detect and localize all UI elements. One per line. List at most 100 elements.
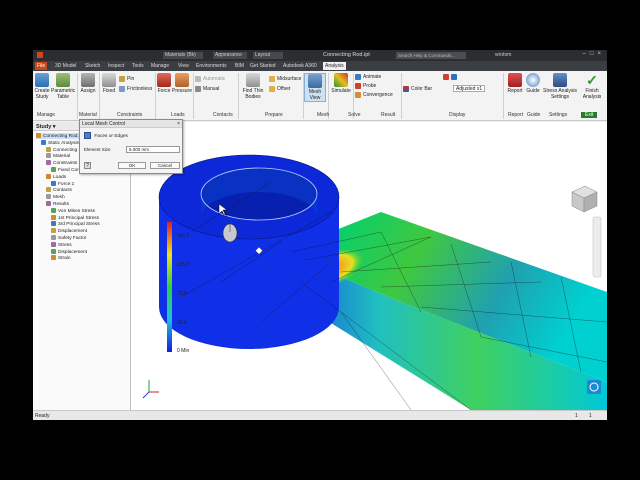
browser-tree-item[interactable]: Connecting Rod.ipt	[36, 133, 84, 139]
browser-tree-item[interactable]: Stress	[51, 241, 72, 248]
animate-button[interactable]: Animate	[355, 73, 381, 81]
pressure-button[interactable]: Pressure	[172, 73, 192, 94]
probe-button[interactable]: Probe	[355, 82, 376, 90]
tab-environments[interactable]: Environments	[194, 62, 229, 70]
browser-tree-item[interactable]: Loads	[46, 173, 67, 180]
pin-button[interactable]: Pin	[119, 75, 134, 83]
tab-view[interactable]: View	[176, 62, 191, 70]
appearance-dropdown[interactable]: Appearance	[213, 52, 247, 59]
material-dropdown[interactable]: Materials (Bk)	[163, 52, 203, 59]
faces-or-edges-selector[interactable]: Faces or Edges	[84, 132, 128, 139]
browser-tree-item[interactable]: Displacement	[51, 248, 87, 254]
tree-node-icon	[41, 139, 46, 145]
svg-text:+: +	[225, 213, 229, 219]
window-title: Connecting Rod.ipt	[323, 52, 370, 58]
finish-analysis-button[interactable]: ✓ Finish Analysis	[580, 73, 604, 100]
tab-autodesk-a360[interactable]: Autodesk A360	[281, 62, 319, 70]
search-help-input[interactable]: Search Help & Commands...	[396, 52, 466, 59]
group-display: Display	[449, 112, 466, 118]
tree-node-icon	[51, 241, 56, 247]
tree-item-label: Loads	[53, 174, 67, 180]
tree-item-label: Safety Factor	[58, 235, 87, 241]
browser-tree-item[interactable]: Strain	[51, 255, 71, 261]
tab-sketch[interactable]: Sketch	[83, 62, 102, 70]
browser-tree-item[interactable]: Static Analysis:1	[41, 139, 83, 146]
tab-get-started[interactable]: Get Started	[248, 62, 278, 70]
browser-tree-item[interactable]: Contacts	[46, 187, 72, 193]
orbit-mouse-icon	[222, 223, 238, 243]
force-icon	[157, 73, 171, 87]
automatic-contacts-button[interactable]: Automatic	[195, 75, 225, 83]
ok-button[interactable]: OK	[118, 162, 146, 169]
convergence-button[interactable]: Convergence	[355, 91, 393, 99]
frictionless-button[interactable]: Frictionless	[119, 85, 152, 93]
display-options[interactable]	[443, 73, 459, 81]
tree-item-label: 3rd Principal Stress	[58, 222, 100, 228]
simulate-button[interactable]: Simulate	[330, 73, 352, 94]
tree-node-icon	[51, 248, 56, 254]
ribbon: Create Study Parametric Table Assign Fix…	[33, 71, 607, 121]
cancel-button[interactable]: Cancel	[150, 162, 180, 169]
tab-tools[interactable]: Tools	[130, 62, 146, 70]
group-constraints: Constraints	[117, 112, 143, 118]
report-button[interactable]: Report	[506, 73, 524, 94]
axis-triad-icon	[142, 380, 159, 399]
user-name[interactable]: wrotom	[495, 52, 511, 58]
tab-inspect[interactable]: Inspect	[106, 62, 126, 70]
stress-analysis-settings-button[interactable]: Stress Analysis Settings	[543, 73, 577, 100]
find-thin-bodies-button[interactable]: Find Thin Bodies	[239, 73, 267, 100]
color-bar-button[interactable]: Color Bar	[403, 85, 432, 93]
browser-tree-item[interactable]: Material	[46, 153, 70, 159]
inventor-window: Materials (Bk) Appearance Layout Connect…	[33, 50, 607, 420]
midsurface-button[interactable]: Midsurface	[269, 75, 301, 83]
tree-node-icon	[51, 207, 56, 213]
help-icon[interactable]: ?	[84, 162, 91, 169]
fixed-button[interactable]: Fixed	[101, 73, 117, 94]
navigation-bar[interactable]	[592, 216, 602, 278]
layout-dropdown[interactable]: Layout	[253, 52, 283, 59]
browser-tree-item[interactable]: Displacement	[51, 228, 87, 234]
legend-value: 35.4	[177, 320, 187, 326]
tab-analysis[interactable]: Analysis	[323, 62, 346, 70]
close-icon[interactable]: ×	[177, 121, 180, 127]
guide-button[interactable]: Guide	[525, 73, 541, 94]
adjusted-dropdown[interactable]: Adjusted x1	[453, 85, 486, 92]
browser-tree-item[interactable]: Constraints	[46, 160, 77, 166]
assign-button[interactable]: Assign	[79, 73, 97, 94]
tab-manage[interactable]: Manage	[149, 62, 171, 70]
legend-value: 0 Min	[177, 348, 190, 354]
convergence-icon	[355, 91, 361, 98]
create-study-button[interactable]: Create Study	[34, 73, 50, 100]
settings-icon	[553, 73, 567, 87]
dialog-titlebar[interactable]: Local Mesh Control ×	[80, 120, 182, 128]
group-material: Material	[79, 112, 97, 118]
browser-tree-item[interactable]: 3rd Principal Stress	[51, 221, 100, 227]
separator	[193, 73, 194, 119]
material-icon	[81, 73, 95, 87]
steering-wheel-icon[interactable]	[587, 380, 601, 394]
browser-tree-item[interactable]: Safety Factor	[51, 235, 87, 241]
browser-tree-item[interactable]: 1st Principal Stress	[51, 214, 99, 220]
local-mesh-control-dialog[interactable]: Local Mesh Control × Faces or Edges Elem…	[79, 119, 183, 174]
mesh-icon	[308, 74, 322, 88]
stress-result-model[interactable]: +	[131, 122, 607, 410]
table-icon	[56, 73, 70, 87]
tab-bim[interactable]: BIM	[233, 62, 246, 70]
browser-tree-item[interactable]: Results	[46, 201, 69, 207]
graphics-viewport[interactable]: + 141.0 105.3 70.9 35.4 0 Min	[131, 122, 607, 410]
element-size-input[interactable]: 6.000 mm	[126, 146, 180, 153]
group-exit: Exit	[581, 112, 598, 118]
offset-button[interactable]: Offset	[269, 85, 290, 93]
browser-tree-item[interactable]: Force:1	[51, 180, 74, 186]
force-button[interactable]: Force	[156, 73, 172, 94]
browser-tree-item[interactable]: Von Mises Stress	[51, 207, 95, 214]
manual-contacts-button[interactable]: Manual	[195, 85, 219, 93]
status-count: 1	[589, 413, 592, 419]
tab-3d-model[interactable]: 3D Model	[53, 62, 78, 70]
tab-file[interactable]: File	[35, 62, 48, 70]
mesh-view-button[interactable]: Mesh View	[304, 73, 326, 102]
window-controls[interactable]: –□×	[583, 51, 605, 57]
browser-tree-item[interactable]: Mesh	[46, 194, 65, 200]
view-cube[interactable]	[571, 185, 598, 213]
parametric-table-button[interactable]: Parametric Table	[51, 73, 75, 100]
